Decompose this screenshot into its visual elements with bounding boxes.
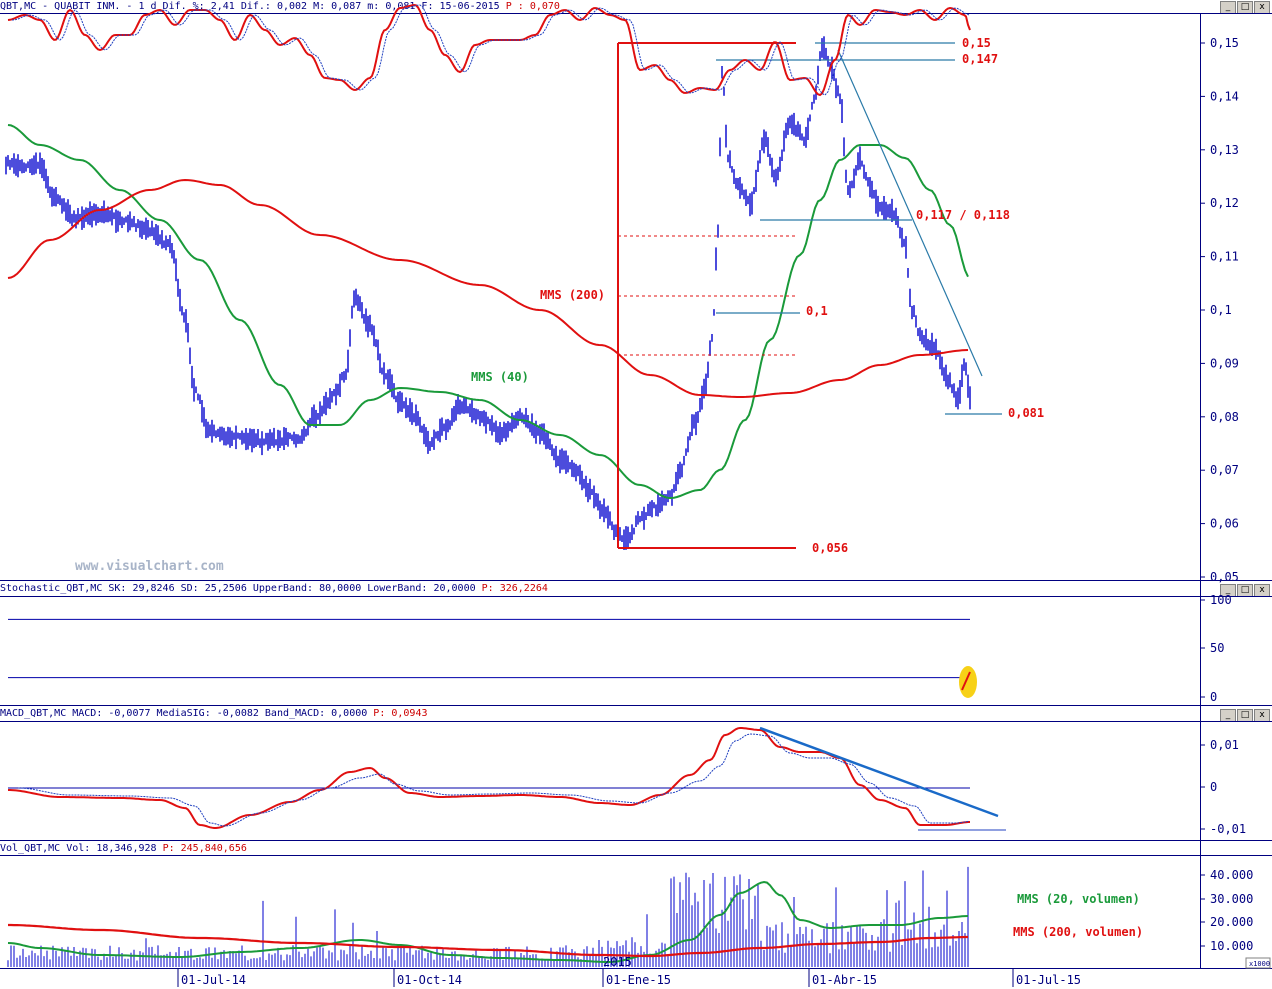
price-bars bbox=[5, 36, 971, 550]
price-tick-label: 0,05 bbox=[1210, 570, 1239, 584]
price-tick-label: 0,12 bbox=[1210, 196, 1239, 210]
label-mms40: MMS (40) bbox=[471, 370, 529, 384]
annotation-0056: 0,056 bbox=[812, 541, 848, 555]
annotation-0117-0118: 0,117 / 0,118 bbox=[916, 208, 1010, 222]
x-tick-label: 01-Ene-15 bbox=[606, 973, 671, 987]
price-tick-label: 0,08 bbox=[1210, 410, 1239, 424]
vol-tick-label: 10.000 bbox=[1210, 939, 1253, 953]
price-tick-label: 0,1 bbox=[1210, 303, 1232, 317]
label-mms200: MMS (200) bbox=[540, 288, 605, 302]
stoch-tick-label: 100 bbox=[1210, 593, 1232, 607]
price-tick-label: 0,11 bbox=[1210, 250, 1239, 264]
price-tick-label: 0,15 bbox=[1210, 36, 1239, 50]
macd-tick-label: 0,01 bbox=[1210, 738, 1239, 752]
macd-signal-line bbox=[17, 733, 970, 827]
price-panel: 0,15 0,147 0,117 / 0,118 0,1 0,081 0,056 MMS (… bbox=[5, 36, 1044, 555]
x-tick-label: 01-Jul-15 bbox=[1016, 973, 1081, 987]
price-tick-label: 0,06 bbox=[1210, 517, 1239, 531]
watermark: www.visualchart.com bbox=[75, 559, 224, 574]
annotation-01: 0,1 bbox=[806, 304, 828, 318]
annotation-0081: 0,081 bbox=[1008, 406, 1044, 420]
price-tick-label: 0,13 bbox=[1210, 143, 1239, 157]
macd-line bbox=[8, 727, 970, 829]
x-tick-label: 01-Abr-15 bbox=[812, 973, 877, 987]
label-vol-mms200: MMS (200, volumen) bbox=[1013, 925, 1143, 939]
annotation-0147: 0,147 bbox=[962, 52, 998, 66]
price-tick-label: 0,09 bbox=[1210, 356, 1239, 370]
volume-panel: MMS (20, volumen) MMS (200, volumen) bbox=[7, 866, 1143, 967]
x-tick-label: 01-Oct-14 bbox=[397, 973, 462, 987]
x-tick-label: 01-Jul-14 bbox=[181, 973, 246, 987]
chart-window: QBT,MC - QUABIT INM. - 1 d Dif. %: 2,41 … bbox=[0, 0, 1272, 989]
stochastic-panel bbox=[7, 3, 977, 698]
macd-tick-label: -0,01 bbox=[1210, 822, 1246, 836]
macd-trend-line bbox=[759, 726, 999, 818]
vol-tick-label: 30.000 bbox=[1210, 892, 1253, 906]
stoch-highlight-marker bbox=[959, 666, 977, 698]
vol-tick-label: 20.000 bbox=[1210, 915, 1253, 929]
vol-tick-label: 40.000 bbox=[1210, 868, 1253, 882]
price-tick-label: 0,14 bbox=[1210, 89, 1239, 103]
label-vol-mms20: MMS (20, volumen) bbox=[1017, 892, 1140, 906]
vol-unit-label: x1000 bbox=[1249, 960, 1270, 968]
axes: 0,15 0,14 0,13 0,12 0,11 0,1 0,09 0,08 0,07 0,06 0… bbox=[177, 36, 1271, 987]
year-label: 2015 bbox=[603, 955, 632, 969]
price-tick-label: 0,07 bbox=[1210, 463, 1239, 477]
macd-panel bbox=[8, 726, 1006, 831]
stoch-tick-label: 50 bbox=[1210, 641, 1224, 655]
chart-canvas: 0,15 0,147 0,117 / 0,118 0,1 0,081 0,056 MMS (… bbox=[0, 3, 1272, 987]
annotation-015: 0,15 bbox=[962, 36, 991, 50]
stoch-tick-label: 0 bbox=[1210, 690, 1217, 704]
macd-tick-label: 0 bbox=[1210, 780, 1217, 794]
volume-bars bbox=[7, 866, 969, 967]
mms200-line bbox=[7, 178, 969, 398]
